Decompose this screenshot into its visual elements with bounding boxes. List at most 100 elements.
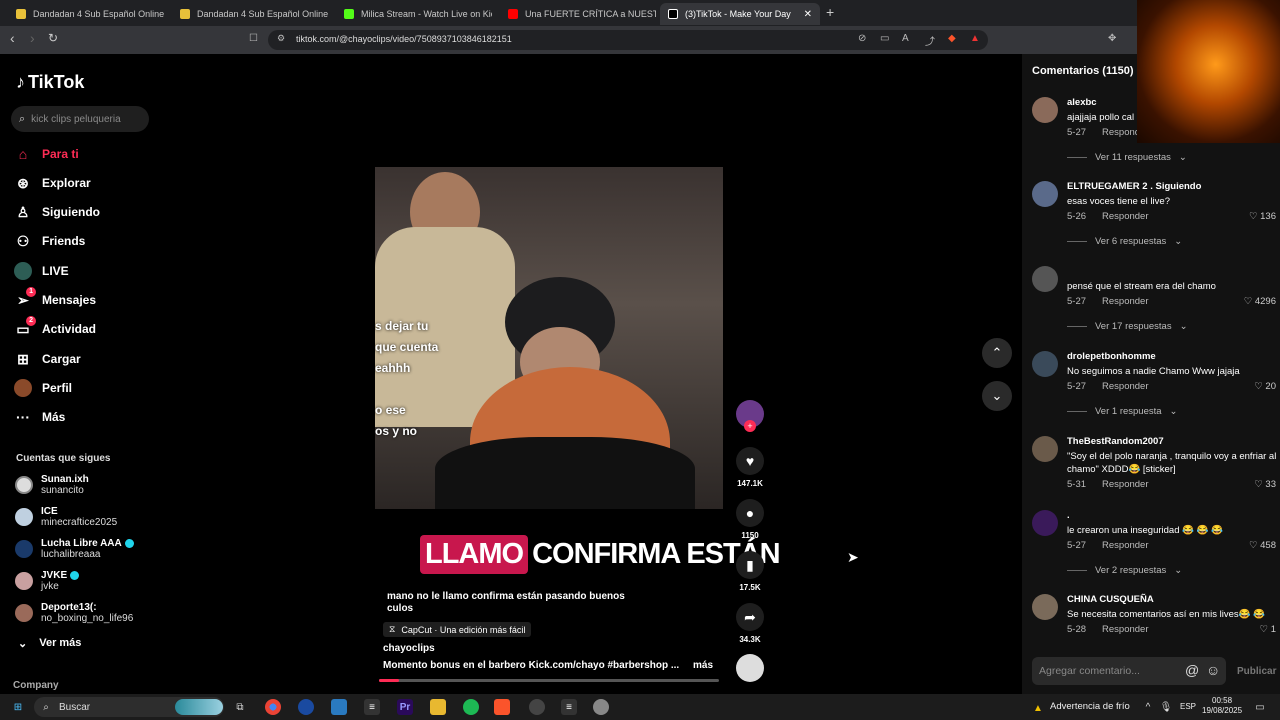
brave-icon[interactable] <box>494 699 510 715</box>
avatar[interactable] <box>1032 510 1058 536</box>
emoji-icon[interactable]: ☺ <box>1206 662 1220 678</box>
site-info-icon[interactable]: ⚙ <box>277 33 285 44</box>
avatar[interactable] <box>1032 266 1058 292</box>
nav-actividad[interactable]: ▭ 2 Actividad <box>14 316 96 338</box>
more-link[interactable]: más <box>693 660 713 671</box>
tiktok-logo[interactable]: ♪ TikTok <box>16 72 84 93</box>
comment-like-button[interactable]: ♡ 20 <box>1254 381 1276 392</box>
reply-button[interactable]: Responder <box>1102 479 1148 490</box>
followed-account[interactable]: Sunan.ixh sunancito <box>15 474 89 496</box>
comment-user[interactable]: CHINA CUSQUEÑA <box>1067 594 1154 605</box>
comment-user[interactable]: alexbc <box>1067 97 1097 108</box>
windows-start-icon[interactable]: ⊞ <box>10 699 26 715</box>
next-video-button[interactable]: ⌄ <box>982 381 1012 411</box>
progress-bar[interactable] <box>379 679 719 682</box>
see-more-button[interactable]: ⌄ Ver más <box>18 637 81 650</box>
previous-video-button[interactable]: ⌃ <box>982 338 1012 368</box>
url-text[interactable]: tiktok.com/@chayoclips/video/75089371038… <box>296 34 512 44</box>
follow-plus-icon[interactable]: + <box>744 420 756 432</box>
company-link[interactable]: Company <box>13 680 59 691</box>
video-author[interactable]: chayoclips <box>383 643 435 654</box>
avatar[interactable] <box>1032 97 1058 123</box>
nav-mas[interactable]: ··· Más <box>14 408 65 426</box>
clock[interactable]: 00:58 19/08/2025 <box>1202 696 1242 716</box>
browser-tab-2[interactable]: Dandadan 4 Sub Español Online grat <box>172 3 328 25</box>
avatar[interactable] <box>1032 436 1058 462</box>
notifications-icon[interactable]: ▭ <box>1252 699 1268 715</box>
brave-rewards-icon[interactable]: ▲ <box>970 33 980 44</box>
file-explorer-icon[interactable] <box>430 699 446 715</box>
browser-tab-active[interactable]: (3)TikTok - Make Your Day ✕ <box>660 3 820 25</box>
forward-icon[interactable]: › <box>30 30 35 46</box>
reply-button[interactable]: Responder <box>1102 211 1148 222</box>
language-indicator[interactable]: ESP <box>1180 702 1196 711</box>
task-view-icon[interactable]: ⧉ <box>232 699 248 715</box>
microphone-icon[interactable]: 🎙 <box>1158 699 1174 715</box>
followed-account[interactable]: JVKE jvke <box>15 570 80 592</box>
comment-like-button[interactable]: ♡ 458 <box>1249 540 1276 551</box>
comment-user[interactable]: drolepetbonhomme <box>1067 351 1156 362</box>
mention-icon[interactable]: @ <box>1185 662 1199 678</box>
publish-button[interactable]: Publicar <box>1237 666 1276 677</box>
reload-icon[interactable]: ↻ <box>48 31 58 45</box>
reply-button[interactable]: Responder <box>1102 540 1148 551</box>
extensions-icon[interactable]: ✥ <box>1108 33 1116 44</box>
chrome-icon[interactable] <box>265 699 281 715</box>
nav-para-ti[interactable]: ⌂ Para ti <box>14 145 79 163</box>
view-replies-button[interactable]: Ver 2 respuestas ⌄ <box>1067 565 1182 576</box>
premiere-icon[interactable]: Pr <box>397 699 413 715</box>
view-replies-button[interactable]: Ver 6 respuestas ⌄ <box>1067 236 1182 247</box>
capcut-link[interactable]: ⧖ CapCut · Una edición más fácil <box>383 622 532 637</box>
avatar[interactable] <box>1032 181 1058 207</box>
app-icon[interactable] <box>593 699 609 715</box>
weather-text[interactable]: Advertencia de frío <box>1050 701 1130 712</box>
share-button[interactable]: ➦ 34.3K <box>734 603 766 644</box>
nav-perfil[interactable]: Perfil <box>14 379 72 397</box>
like-button[interactable]: ♥ 147.1K <box>734 447 766 488</box>
app-icon[interactable] <box>331 699 347 715</box>
followed-account[interactable]: Lucha Libre AAA luchalibreaaa <box>15 538 134 560</box>
comment-user[interactable]: TheBestRandom2007 <box>1067 436 1164 447</box>
comment-button[interactable]: ● 1150 <box>734 499 766 540</box>
chevron-up-icon[interactable]: ^ <box>1140 699 1156 715</box>
avatar[interactable] <box>1032 594 1058 620</box>
nav-friends[interactable]: ⚇ Friends <box>14 232 86 250</box>
app-icon[interactable] <box>298 699 314 715</box>
app-icon[interactable]: ≡ <box>561 699 577 715</box>
comment-user[interactable]: . <box>1067 510 1070 521</box>
comment-like-button[interactable]: ♡ 1 <box>1260 624 1276 635</box>
brave-shield-icon[interactable]: ◆ <box>948 33 956 44</box>
close-tab-icon[interactable]: ✕ <box>804 9 812 20</box>
reply-button[interactable]: Responder <box>1102 296 1148 307</box>
view-replies-button[interactable]: Ver 17 respuestas ⌄ <box>1067 321 1188 332</box>
spotify-icon[interactable] <box>463 699 479 715</box>
comment-user[interactable]: ELTRUEGAMER 2 . Siguiendo <box>1067 181 1201 192</box>
nav-explorar[interactable]: ⊛ Explorar <box>14 174 91 192</box>
creator-avatar[interactable]: + <box>734 400 766 432</box>
comment-like-button[interactable]: ♡ 136 <box>1249 211 1276 222</box>
save-button[interactable]: ▮ 17.5K <box>734 551 766 592</box>
translate-icon[interactable]: A <box>902 33 909 44</box>
browser-tab-3[interactable]: Milica Stream - Watch Live on Kick <box>336 3 492 25</box>
nav-cargar[interactable]: ⊞ Cargar <box>14 350 81 368</box>
widget-icon[interactable] <box>175 699 223 715</box>
nav-mensajes[interactable]: ➢ 1 Mensajes <box>14 287 96 309</box>
followed-account[interactable]: ICE minecraftice2025 <box>15 506 117 528</box>
reply-button[interactable]: Responder <box>1102 381 1148 392</box>
reply-button[interactable]: Responder <box>1102 624 1148 635</box>
bookmark-icon[interactable]: ☐ <box>249 33 258 44</box>
browser-tab-1[interactable]: Dandadan 4 Sub Español Online grat <box>8 3 164 25</box>
no-translate-icon[interactable]: ⊘ <box>858 33 866 44</box>
followed-account[interactable]: Deporte13(: no_boxing_no_life96 <box>15 602 133 624</box>
view-replies-button[interactable]: Ver 1 respuesta ⌄ <box>1067 406 1178 417</box>
browser-tab-4[interactable]: Una FUERTE CRÍTICA a NUESTRA SOC <box>500 3 656 25</box>
music-disc[interactable] <box>734 654 766 682</box>
comment-like-button[interactable]: ♡ 4296 <box>1244 296 1276 307</box>
view-replies-button[interactable]: Ver 11 respuestas ⌄ <box>1067 152 1187 163</box>
app-icon[interactable] <box>529 699 545 715</box>
comment-like-button[interactable]: ♡ 33 <box>1254 479 1276 490</box>
search-input[interactable]: ⌕ kick clips peluqueria <box>11 106 149 132</box>
cast-icon[interactable]: ▭ <box>880 33 889 44</box>
back-icon[interactable]: ‹ <box>10 30 15 46</box>
share-icon[interactable]: ⤴ <box>925 33 935 48</box>
